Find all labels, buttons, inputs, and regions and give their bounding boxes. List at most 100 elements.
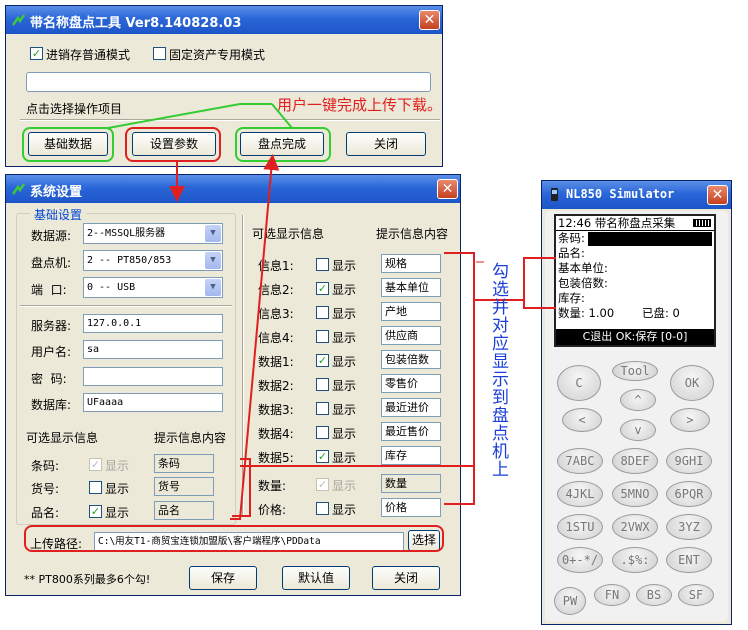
key-sf[interactable]: SF bbox=[678, 584, 714, 606]
datasource-label: 数据源: bbox=[31, 229, 72, 243]
price-row-show-checkbox[interactable] bbox=[316, 502, 329, 515]
key-up[interactable]: ^ bbox=[620, 389, 656, 411]
close-icon[interactable]: ✕ bbox=[707, 185, 728, 205]
key-k4[interactable]: 4JKL bbox=[557, 481, 603, 507]
main-window-title: 带名称盘点工具 Ver8.140828.03 bbox=[30, 16, 242, 31]
server-input[interactable]: 127.0.0.1 bbox=[83, 314, 223, 333]
itemname-label: 品名: bbox=[31, 506, 60, 520]
price-row-prompt-input[interactable]: 价格 bbox=[381, 498, 441, 517]
itemno-show-checkbox[interactable] bbox=[89, 481, 102, 494]
device-select[interactable]: 2 -- PT850/853 ▼ bbox=[83, 250, 223, 271]
right-row-7-prompt-input[interactable]: 最近进价 bbox=[381, 398, 441, 417]
right-row-3-prompt-input[interactable]: 产地 bbox=[381, 302, 441, 321]
screen-pack-line: 包装倍数: bbox=[558, 276, 608, 290]
key-k7[interactable]: 7ABC bbox=[557, 448, 603, 474]
key-c[interactable]: C bbox=[557, 365, 601, 401]
right-row-5-show-checkbox[interactable]: ✓ bbox=[316, 354, 329, 367]
itemname-show-checkbox[interactable]: ✓ bbox=[89, 505, 102, 518]
close-button[interactable]: 关闭 bbox=[346, 132, 426, 156]
key-k6[interactable]: 6PQR bbox=[666, 481, 712, 507]
key-k0[interactable]: 0+-*/ bbox=[557, 547, 603, 573]
right-row-8-show-checkbox[interactable] bbox=[316, 426, 329, 439]
main-title-bar[interactable]: 带名称盘点工具 Ver8.140828.03 ✕ bbox=[6, 6, 442, 34]
screen-barcode-line: 条码: bbox=[556, 231, 714, 246]
key-pw[interactable]: PW bbox=[554, 587, 586, 615]
password-input[interactable] bbox=[83, 367, 223, 386]
mode-asset-checkbox[interactable] bbox=[153, 47, 166, 60]
settings-title-bar[interactable]: 系统设置 ✕ bbox=[6, 175, 460, 203]
datasource-select[interactable]: 2--MSSQL服务器 ▼ bbox=[83, 223, 223, 244]
mode-normal-label[interactable]: 进销存普通模式 bbox=[46, 46, 130, 63]
close-icon[interactable]: ✕ bbox=[419, 10, 440, 30]
right-row-2-prompt-input[interactable]: 基本单位 bbox=[381, 278, 441, 297]
battery-icon bbox=[693, 219, 711, 227]
port-select[interactable]: 0 -- USB ▼ bbox=[83, 277, 223, 298]
simulator-icon bbox=[551, 188, 558, 201]
itemno-prompt-input[interactable]: 货号 bbox=[154, 477, 214, 496]
chevron-down-icon[interactable]: ▼ bbox=[205, 252, 221, 269]
database-input[interactable]: UFaaaa bbox=[83, 393, 223, 412]
key-tool[interactable]: Tool bbox=[612, 361, 658, 381]
right-row-6-prompt-input[interactable]: 零售价 bbox=[381, 374, 441, 393]
key-kdot[interactable]: .$%: bbox=[612, 547, 658, 573]
right-row-6-show-label: 显示 bbox=[332, 379, 357, 393]
chevron-down-icon[interactable]: ▼ bbox=[205, 279, 221, 296]
right-row-4-show-checkbox[interactable] bbox=[316, 330, 329, 343]
datasource-value: 2--MSSQL服务器 bbox=[87, 228, 166, 239]
mode-asset-label[interactable]: 固定资产专用模式 bbox=[169, 46, 265, 63]
screen-barcode-field[interactable] bbox=[588, 232, 712, 246]
right-row-2-label: 信息2: bbox=[258, 283, 294, 297]
chevron-down-icon[interactable]: ▼ bbox=[205, 225, 221, 242]
port-label: 端 口: bbox=[31, 283, 67, 297]
right-row-3-show-checkbox[interactable] bbox=[316, 306, 329, 319]
key-down[interactable]: v bbox=[620, 419, 656, 441]
key-k2[interactable]: 2VWX bbox=[612, 514, 658, 540]
pt800-note: ** PT800系列最多6个勾! bbox=[24, 573, 151, 586]
screen-unit-line: 基本单位: bbox=[558, 261, 608, 275]
close-icon[interactable]: ✕ bbox=[437, 179, 458, 199]
screen-name-line: 品名: bbox=[558, 246, 585, 260]
default-button[interactable]: 默认值 bbox=[282, 566, 350, 590]
right-row-6-show-checkbox[interactable] bbox=[316, 378, 329, 391]
right-row-2-show-checkbox[interactable]: ✓ bbox=[316, 282, 329, 295]
right-row-9-prompt-input[interactable]: 库存 bbox=[381, 446, 441, 465]
qty-row-show-checkbox[interactable]: ✓ bbox=[316, 478, 329, 491]
key-ok[interactable]: OK bbox=[670, 365, 714, 401]
right-row-8-prompt-input[interactable]: 最近售价 bbox=[381, 422, 441, 441]
username-input[interactable]: sa bbox=[83, 340, 223, 359]
qty-row-prompt-input[interactable]: 数量 bbox=[381, 474, 441, 493]
key-bs[interactable]: BS bbox=[636, 584, 672, 606]
key-k5[interactable]: 5MNO bbox=[612, 481, 658, 507]
right-row-5-prompt-input[interactable]: 包装倍数 bbox=[381, 350, 441, 369]
right-row-1-show-checkbox[interactable] bbox=[316, 258, 329, 271]
left-optional-header: 可选显示信息 bbox=[26, 431, 99, 445]
key-k3[interactable]: 3YZ bbox=[666, 514, 712, 540]
right-row-8-show-label: 显示 bbox=[332, 427, 357, 441]
barcode-prompt-input[interactable]: 条码 bbox=[154, 454, 214, 473]
itemname-prompt-input[interactable]: 品名 bbox=[154, 501, 214, 520]
key-k8[interactable]: 8DEF bbox=[612, 448, 658, 474]
simulator-title-bar[interactable]: NL850 Simulator ✕ bbox=[542, 181, 731, 209]
username-label: 用户名: bbox=[31, 345, 72, 359]
save-button[interactable]: 保存 bbox=[189, 566, 257, 590]
settings-window-title: 系统设置 bbox=[30, 185, 83, 200]
key-ent[interactable]: ENT bbox=[666, 547, 712, 573]
mode-normal-checkbox[interactable]: ✓ bbox=[30, 47, 43, 60]
key-k1[interactable]: 1STU bbox=[557, 514, 603, 540]
app-icon bbox=[11, 183, 26, 195]
barcode-show-checkbox[interactable]: ✓ bbox=[89, 458, 102, 471]
qty-row-show-label: 显示 bbox=[332, 479, 357, 493]
close-button[interactable]: 关闭 bbox=[372, 566, 440, 590]
right-row-9-show-checkbox[interactable]: ✓ bbox=[316, 450, 329, 463]
key-right[interactable]: > bbox=[670, 408, 710, 432]
screen-header: 12:46 带名称盘点采集 bbox=[556, 216, 714, 231]
right-row-4-prompt-input[interactable]: 供应商 bbox=[381, 326, 441, 345]
key-left[interactable]: < bbox=[562, 408, 602, 432]
right-row-1-prompt-input[interactable]: 规格 bbox=[381, 254, 441, 273]
right-row-1-label: 信息1: bbox=[258, 259, 294, 273]
key-fn[interactable]: FN bbox=[594, 584, 630, 606]
screen-status-bar: C退出 OK:保存 [0-0] bbox=[556, 329, 714, 345]
right-row-7-show-checkbox[interactable] bbox=[316, 402, 329, 415]
key-k9[interactable]: 9GHI bbox=[666, 448, 712, 474]
screen-counted-text: 已盘: 0 bbox=[642, 306, 680, 320]
